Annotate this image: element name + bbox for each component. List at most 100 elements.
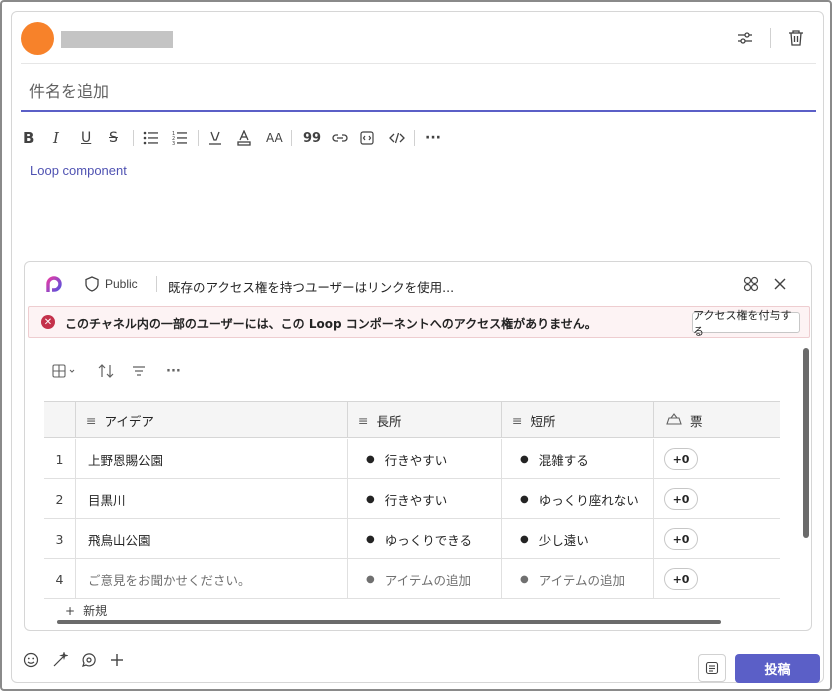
underline-icon[interactable]: U [81, 128, 91, 148]
text-column-icon: ≡ [512, 412, 523, 428]
bold-icon[interactable]: B [23, 128, 34, 148]
column-header-votes[interactable]: 票 [654, 402, 780, 438]
italic-icon[interactable]: I [53, 128, 59, 148]
note-icon[interactable] [698, 654, 726, 682]
text-column-icon: ≡ [86, 412, 97, 428]
add-item-cell[interactable]: ● アイテムの追加 [502, 559, 654, 599]
window-frame: 件名を追加 B I U S 123 AA 99 ··· Loop compone… [0, 0, 832, 691]
row-number-header [44, 402, 76, 438]
column-header-pros[interactable]: ≡ 長所 [348, 402, 502, 438]
vote-cell: +0 [654, 479, 780, 519]
bullet-list-icon[interactable] [143, 128, 159, 148]
column-header-cons[interactable]: ≡ 短所 [502, 402, 654, 438]
access-setting-text[interactable]: 既存のアクセス権を持つユーザーはリンクを使用... [168, 277, 454, 296]
loop-compose-icon[interactable] [79, 650, 99, 670]
numbered-list-icon[interactable]: 123 [172, 128, 188, 148]
subject-placeholder: 件名を追加 [29, 82, 110, 101]
cons-cell[interactable]: ● 混雑する [502, 439, 654, 479]
column-header-label: 長所 [376, 413, 402, 429]
new-row-button[interactable]: + 新規 [65, 602, 107, 619]
row-number: 1 [44, 439, 76, 479]
strikethrough-icon[interactable]: S [109, 128, 118, 148]
underline-label: U [81, 130, 92, 146]
bullet-icon: ● [366, 533, 375, 545]
bullet-icon: ● [366, 453, 375, 465]
quote-icon[interactable]: 99 [303, 128, 321, 148]
pros-cell[interactable]: ● ゆっくりできる [348, 519, 502, 559]
pros-cell[interactable]: ● 行きやすい [348, 439, 502, 479]
new-row-label: 新規 [83, 604, 108, 618]
column-header-idea[interactable]: ≡ アイデア [76, 402, 348, 438]
idea-cell[interactable]: 飛鳥山公園 [76, 519, 348, 559]
table-row: 1 上野恩賜公園 ● 行きやすい ● 混雑する +0 [44, 439, 780, 479]
vote-button[interactable]: +0 [664, 528, 698, 550]
add-item-cell[interactable]: ● アイテムの追加 [348, 559, 502, 599]
vertical-scrollbar[interactable] [803, 348, 809, 538]
table-more-label: ··· [166, 363, 181, 379]
strike-label: S [109, 130, 118, 146]
pros-text: 行きやすい [384, 492, 448, 508]
font-size-icon[interactable]: AA [266, 128, 283, 148]
header-divider-line [21, 63, 816, 64]
table-view-icon[interactable] [52, 362, 76, 380]
emoji-icon[interactable] [21, 650, 41, 670]
code-snippet-icon[interactable] [360, 128, 374, 148]
more-icon[interactable]: ··· [425, 128, 441, 148]
table-more-icon[interactable]: ··· [166, 362, 181, 380]
loop-header-divider [156, 276, 157, 292]
loop-table: ≡ アイデア ≡ 長所 ≡ 短所 票 1 上野恩賜公園 ● 行きやすい ● 混雑す [44, 401, 780, 599]
table-row: 4 ご意見をお聞かせください。 ● アイテムの追加 ● アイテムの追加 +0 [44, 559, 780, 599]
visibility-label[interactable]: Public [105, 277, 138, 291]
table-row: 3 飛鳥山公園 ● ゆっくりできる ● 少し遠い +0 [44, 519, 780, 559]
grant-access-button[interactable]: アクセス権を付与する [692, 309, 800, 338]
horizontal-scrollbar-track [45, 618, 797, 626]
vote-button[interactable]: +0 [664, 448, 698, 470]
subject-input[interactable]: 件名を追加 [21, 70, 816, 112]
loop-component-link[interactable]: Loop component [30, 163, 127, 178]
cons-text: 少し遠い [538, 532, 589, 548]
horizontal-scrollbar[interactable] [57, 620, 721, 624]
code-icon[interactable] [389, 128, 405, 148]
post-button[interactable]: 投稿 [735, 654, 820, 683]
font-color-icon[interactable] [237, 128, 251, 148]
cons-text: 混雑する [538, 452, 589, 468]
delete-icon[interactable] [784, 26, 808, 50]
table-header: ≡ アイデア ≡ 長所 ≡ 短所 票 [44, 402, 780, 438]
link-icon[interactable] [332, 128, 348, 148]
settings-sliders-icon[interactable] [733, 26, 757, 50]
close-icon[interactable] [770, 274, 790, 294]
idea-cell[interactable]: 目黒川 [76, 479, 348, 519]
text-column-icon: ≡ [358, 412, 369, 428]
highlight-icon[interactable] [208, 128, 222, 148]
vote-cell: +0 [654, 439, 780, 479]
svg-text:3: 3 [172, 141, 175, 145]
cons-cell[interactable]: ● 少し遠い [502, 519, 654, 559]
cons-cell[interactable]: ● ゆっくり座れない [502, 479, 654, 519]
error-icon: ✕ [41, 315, 55, 329]
filter-icon[interactable] [132, 362, 146, 380]
sort-icon[interactable] [98, 362, 114, 380]
vote-button[interactable]: +0 [664, 488, 698, 510]
add-icon[interactable] [107, 650, 127, 670]
pros-cell[interactable]: ● 行きやすい [348, 479, 502, 519]
vote-button[interactable]: +0 [664, 568, 698, 590]
compose-card: 件名を追加 B I U S 123 AA 99 ··· Loop compone… [11, 11, 824, 683]
loop-component: Public 既存のアクセス権を持つユーザーはリンクを使用... ✕ このチャネ… [24, 261, 812, 631]
table-row: 2 目黒川 ● 行きやすい ● ゆっくり座れない +0 [44, 479, 780, 519]
column-header-label: アイデア [104, 413, 154, 429]
avatar [21, 22, 54, 55]
quote-label: 99 [303, 130, 322, 146]
cons-text: ゆっくり座れない [538, 492, 639, 508]
magic-format-icon[interactable] [50, 650, 70, 670]
idea-cell-placeholder[interactable]: ご意見をお聞かせください。 [76, 559, 348, 599]
workspace-icon[interactable] [741, 274, 761, 294]
idea-cell[interactable]: 上野恩賜公園 [76, 439, 348, 479]
bullet-icon: ● [520, 573, 529, 585]
add-item-text: アイテムの追加 [538, 572, 625, 588]
toolbar-divider [133, 130, 134, 146]
vote-column-icon [666, 412, 682, 428]
more-label: ··· [425, 130, 441, 146]
bullet-icon: ● [520, 453, 529, 465]
italic-label: I [53, 129, 59, 147]
toolbar-divider [291, 130, 292, 146]
